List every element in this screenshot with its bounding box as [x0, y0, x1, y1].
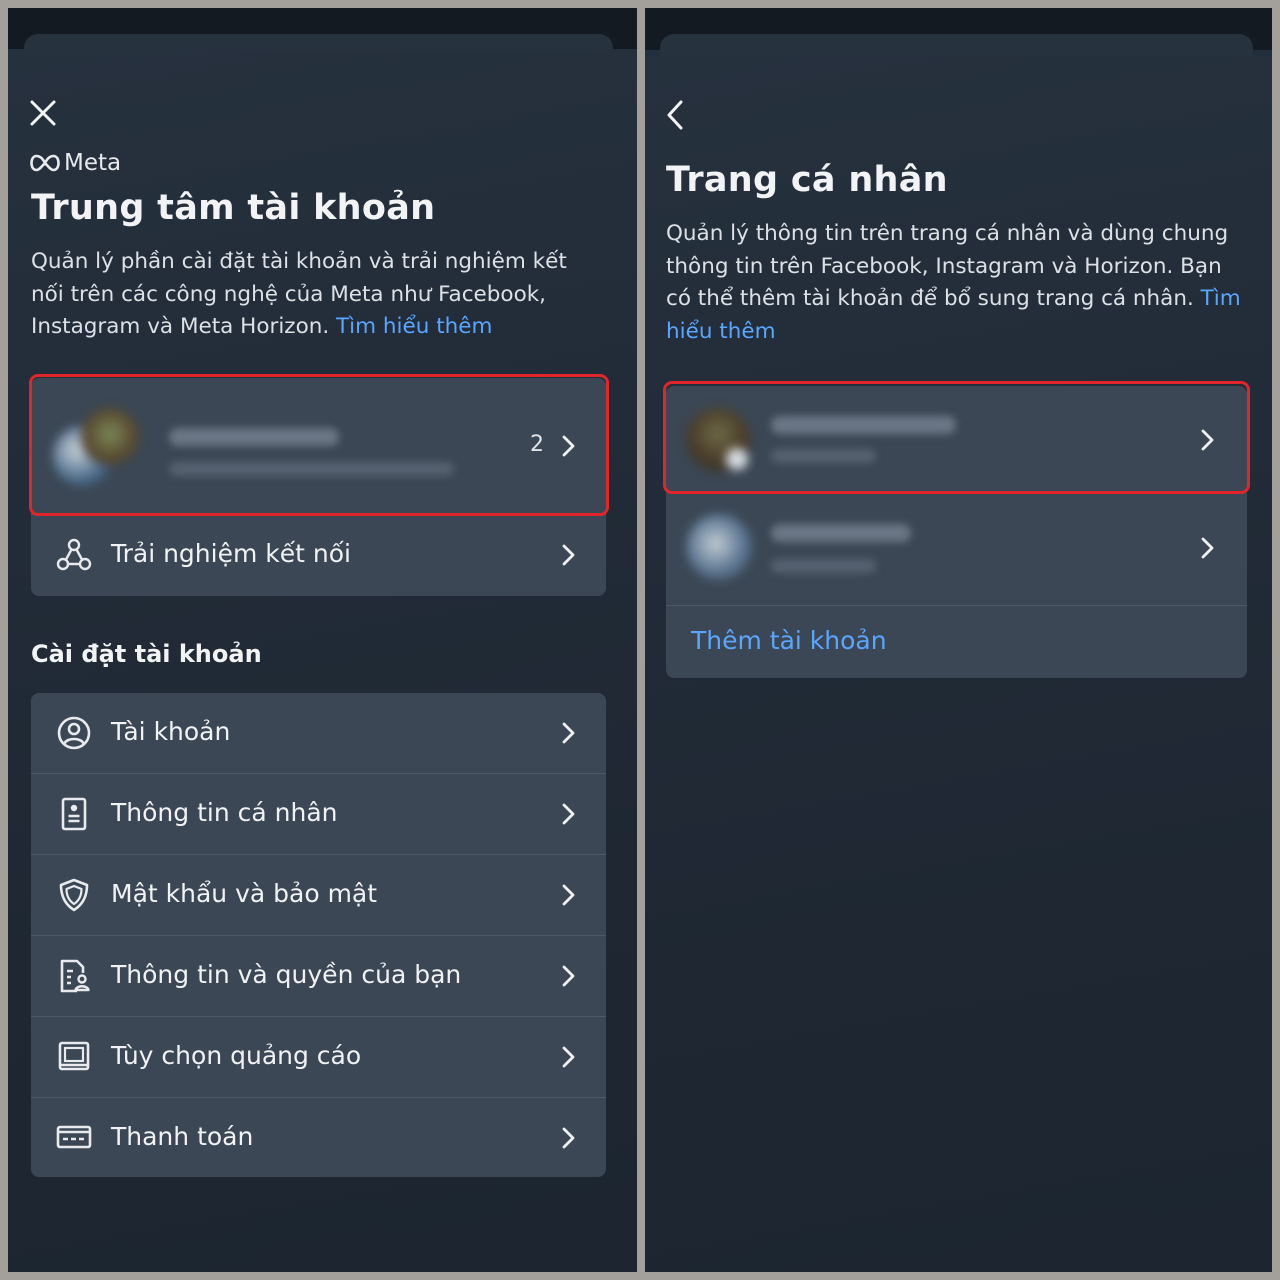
settings-item-password-security[interactable]: Mật khẩu và bảo mật: [31, 855, 606, 935]
settings-item-label: Thông tin và quyền của bạn: [111, 960, 462, 989]
person-circle-icon: [57, 716, 91, 750]
page-description: Quản lý phần cài đặt tài khoản và trải n…: [31, 246, 601, 344]
settings-item-label: Mật khẩu và bảo mật: [111, 879, 378, 908]
settings-list: Tài khoản Thông tin cá nhân Mật khẩu và …: [31, 693, 606, 1177]
settings-item-payments[interactable]: Thanh toán: [31, 1098, 606, 1177]
meta-infinity-icon: [30, 154, 60, 172]
profile-item-instagram[interactable]: [666, 494, 1247, 605]
chevron-right-icon: [562, 722, 575, 744]
page-title: Trang cá nhân: [666, 160, 948, 200]
profiles-screen: Trang cá nhân Quản lý thông tin trên tra…: [645, 8, 1272, 1272]
settings-item-label: Thanh toán: [111, 1122, 254, 1151]
chevron-right-icon: [562, 1127, 575, 1149]
settings-item-label: Tài khoản: [111, 717, 231, 746]
add-account-row[interactable]: Thêm tài khoản: [666, 606, 1247, 678]
connected-experiences-label: Trải nghiệm kết nối: [111, 539, 351, 568]
connected-experiences-row[interactable]: Trải nghiệm kết nối: [31, 515, 606, 596]
settings-item-label: Tùy chọn quảng cáo: [111, 1041, 362, 1070]
settings-item-ad-preferences[interactable]: Tùy chọn quảng cáo: [31, 1017, 606, 1097]
shield-icon: [59, 878, 89, 912]
settings-item-personal-info[interactable]: Thông tin cá nhân: [31, 774, 606, 854]
section-title: Cài đặt tài khoản: [31, 640, 262, 668]
page-title: Trung tâm tài khoản: [31, 188, 436, 228]
credit-card-icon: [56, 1125, 92, 1149]
chevron-right-icon: [562, 1046, 575, 1068]
chevron-right-icon: [562, 803, 575, 825]
chevron-right-icon: [562, 884, 575, 906]
settings-item-account[interactable]: Tài khoản: [31, 693, 606, 773]
settings-item-info-permissions[interactable]: Thông tin và quyền của bạn: [31, 936, 606, 1016]
monitor-icon: [58, 1041, 90, 1071]
close-icon[interactable]: [28, 98, 58, 128]
settings-item-label: Thông tin cá nhân: [111, 798, 338, 827]
document-person-icon: [60, 959, 90, 993]
meta-logo-text: Meta: [64, 150, 122, 176]
connected-nodes-icon: [56, 538, 92, 571]
highlight-box: [663, 381, 1250, 494]
highlight-box: [29, 374, 609, 516]
learn-more-link[interactable]: Tìm hiểu thêm: [336, 314, 492, 339]
meta-logo: Meta: [30, 150, 121, 176]
chevron-right-icon: [562, 544, 575, 566]
add-account-link[interactable]: Thêm tài khoản: [691, 626, 887, 655]
description-text: Quản lý thông tin trên trang cá nhân và …: [666, 221, 1229, 311]
back-arrow-icon[interactable]: [661, 98, 691, 132]
chevron-right-icon: [562, 965, 575, 987]
profile-avatar: [686, 514, 758, 586]
page-description: Quản lý thông tin trên trang cá nhân và …: [666, 218, 1251, 348]
id-card-icon: [61, 797, 87, 831]
accounts-center-screen: Meta Trung tâm tài khoản Quản lý phần cà…: [8, 8, 637, 1272]
chevron-right-icon: [1201, 537, 1214, 559]
